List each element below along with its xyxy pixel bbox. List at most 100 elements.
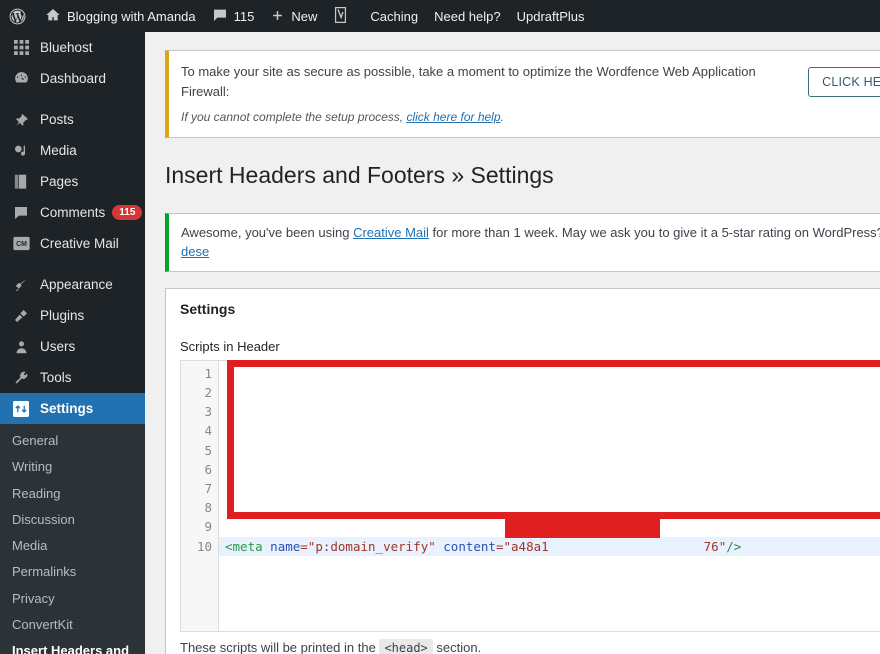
- sidebar-item-label: Tools: [40, 369, 72, 385]
- help-text-pre: These scripts will be printed in the: [180, 639, 380, 654]
- scripts-in-header-help: These scripts will be printed in the <he…: [180, 632, 880, 654]
- sidebar-item-settings[interactable]: Settings: [0, 393, 145, 424]
- new-content[interactable]: New: [262, 0, 325, 32]
- sidebar-item-label: Settings: [40, 400, 94, 416]
- updraftplus-label: UpdraftPlus: [516, 8, 585, 24]
- yoast-seo[interactable]: [325, 0, 356, 32]
- submenu-item-discussion[interactable]: Discussion: [0, 507, 145, 533]
- scripts-in-header-editor[interactable]: 1 2 3 4 5 6 7 8 9 10 <meta name="p:domai…: [180, 359, 880, 632]
- redaction-block: [505, 518, 660, 538]
- sidebar-separator: [0, 94, 145, 104]
- sidebar-item-dashboard[interactable]: Dashboard: [0, 63, 145, 94]
- creative-mail-icon: CM: [10, 234, 32, 254]
- dashboard-icon: [10, 69, 32, 89]
- line-number: 5: [204, 442, 212, 458]
- sidebar-item-label: Bluehost: [40, 39, 93, 55]
- submenu-item-permalinks[interactable]: Permalinks: [0, 559, 145, 585]
- site-name-label: Blogging with Amanda: [67, 8, 196, 24]
- home-icon: [45, 7, 61, 25]
- wordfence-notice: To make your site as secure as possible,…: [165, 50, 880, 138]
- help-text-post: section.: [432, 639, 482, 654]
- wordpress-logo-icon[interactable]: [0, 0, 37, 32]
- line-number: 6: [204, 461, 212, 477]
- scripts-in-header-label: Scripts in Header: [180, 338, 280, 354]
- plug-icon: [10, 306, 32, 326]
- creative-mail-text-pre: Awesome, you've been using: [181, 224, 354, 240]
- line-number: 4: [204, 423, 212, 439]
- line-number: 8: [204, 500, 212, 516]
- submenu-item-convertkit[interactable]: ConvertKit: [0, 612, 145, 638]
- submenu-item-insert-headers-and-footers[interactable]: Insert Headers and: [0, 638, 145, 654]
- comments-count-label: 115: [233, 8, 255, 24]
- line-number: 10: [196, 538, 212, 554]
- wordfence-notice-subtext: If you cannot complete the setup process…: [181, 108, 880, 126]
- code-token-tag: <meta: [225, 538, 263, 554]
- sidebar-item-label: Comments: [40, 204, 106, 220]
- submenu-item-writing[interactable]: Writing: [0, 454, 145, 480]
- line-number: 1: [204, 365, 212, 381]
- header-editor-gutter: 1 2 3 4 5 6 7 8 9 10: [181, 360, 219, 631]
- wordfence-notice-text: To make your site as secure as possible,…: [181, 64, 756, 99]
- svg-text:CM: CM: [16, 241, 27, 248]
- code-token-value: ="p:domain_verify": [300, 538, 436, 554]
- sidebar-item-label: Plugins: [40, 307, 85, 323]
- code-token-value-tail: 76": [703, 538, 727, 554]
- header-editor-code-area[interactable]: <meta name="p:domain_verify" content="a4…: [219, 361, 880, 631]
- submenu-item-reading[interactable]: Reading: [0, 481, 145, 507]
- sidebar-item-bluehost[interactable]: Bluehost: [0, 32, 145, 63]
- submenu-item-general[interactable]: General: [0, 428, 145, 454]
- sidebar-item-media[interactable]: Media: [0, 135, 145, 166]
- submenu-item-media[interactable]: Media: [0, 533, 145, 559]
- line-number: 7: [204, 481, 212, 497]
- sidebar-item-label: Posts: [40, 111, 74, 127]
- page-title: Insert Headers and Footers » Settings: [165, 162, 554, 188]
- yoast-seo-icon: [333, 7, 348, 25]
- sidebar-item-label: Creative Mail: [40, 235, 119, 251]
- wordfence-subtext-post: .: [500, 110, 504, 124]
- main-content: To make your site as secure as possible,…: [145, 32, 880, 654]
- caching[interactable]: Caching: [362, 0, 426, 32]
- updraftplus[interactable]: UpdraftPlus: [509, 0, 593, 32]
- sidebar-item-appearance[interactable]: Appearance: [0, 269, 145, 300]
- wordfence-optimize-button[interactable]: CLICK HERE TO C: [808, 66, 880, 97]
- comments-count[interactable]: 115: [204, 0, 263, 32]
- code-token-attr: content: [443, 538, 496, 554]
- code-token-value: ="a48a1: [495, 538, 549, 554]
- sidebar-item-pages[interactable]: Pages: [0, 166, 145, 197]
- sidebar-separator: [0, 259, 145, 269]
- comments-badge: 115: [112, 205, 143, 220]
- sidebar-item-tools[interactable]: Tools: [0, 362, 145, 393]
- sidebar-item-label: Users: [40, 338, 76, 354]
- need-help[interactable]: Need help?: [426, 0, 509, 32]
- need-help-label: Need help?: [434, 8, 501, 24]
- creative-mail-link[interactable]: Creative Mail: [353, 225, 429, 240]
- site-name[interactable]: Blogging with Amanda: [37, 0, 204, 32]
- code-token-tag-close: />: [726, 538, 742, 554]
- admin-sidebar: Bluehost Dashboard Posts Media Pages Com…: [0, 32, 145, 654]
- settings-submenu: General Writing Reading Discussion Media…: [0, 424, 145, 654]
- line-number: 3: [204, 404, 212, 420]
- settings-icon: [10, 399, 32, 419]
- pin-icon: [10, 110, 32, 130]
- brush-icon: [10, 275, 32, 295]
- media-icon: [10, 141, 32, 161]
- sidebar-item-users[interactable]: Users: [0, 331, 145, 362]
- sidebar-item-label: Pages: [40, 173, 79, 189]
- sidebar-item-creative-mail[interactable]: CM Creative Mail: [0, 228, 145, 259]
- sidebar-item-comments[interactable]: Comments 115: [0, 197, 145, 228]
- sidebar-item-label: Dashboard: [40, 70, 107, 86]
- wordfence-subtext-pre: If you cannot complete the setup process…: [181, 110, 407, 124]
- line-number: 2: [204, 385, 212, 401]
- wordfence-help-link[interactable]: click here for help: [406, 110, 500, 124]
- submenu-item-privacy[interactable]: Privacy: [0, 586, 145, 612]
- sidebar-item-plugins[interactable]: Plugins: [0, 300, 145, 331]
- sidebar-item-posts[interactable]: Posts: [0, 104, 145, 135]
- creative-mail-notice: Awesome, you've been using Creative Mail…: [165, 212, 880, 272]
